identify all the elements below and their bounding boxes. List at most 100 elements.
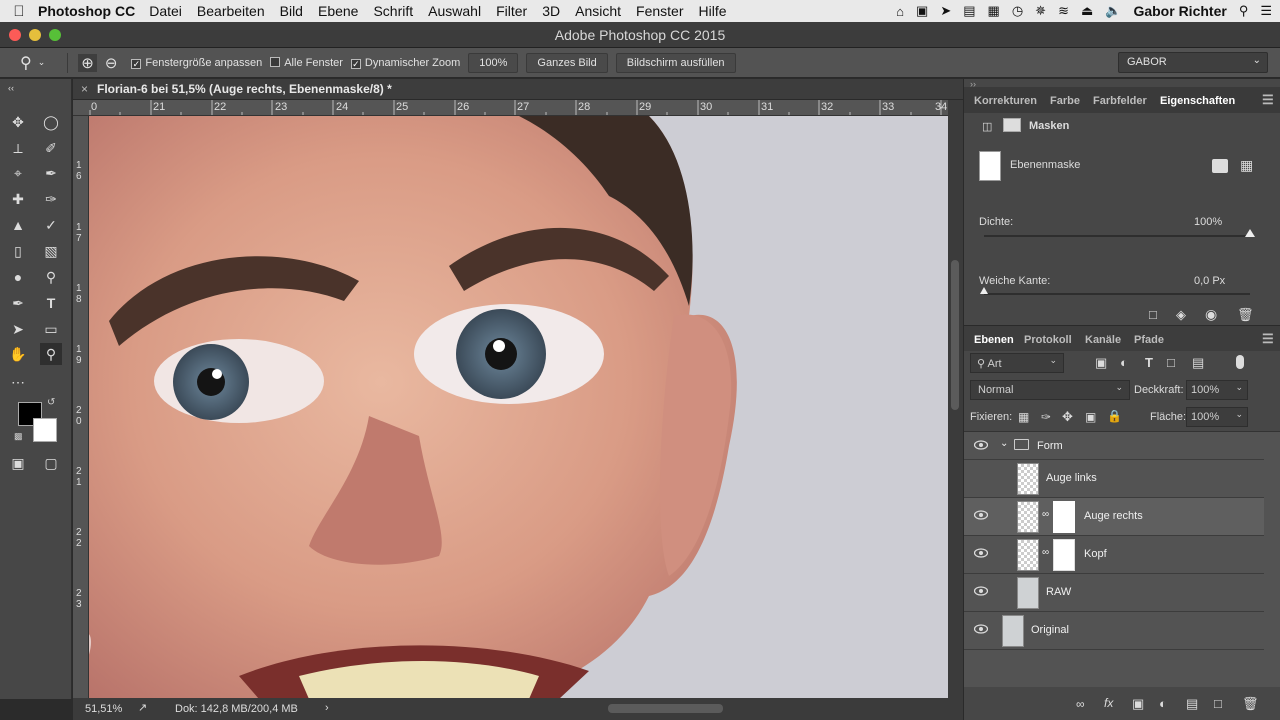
mask-link-icon[interactable]: ∞	[1042, 509, 1049, 520]
zoom-out-icon[interactable]: ⊖	[105, 54, 118, 72]
background-color-swatch[interactable]	[33, 418, 57, 442]
type-tool-icon[interactable]: T	[40, 292, 62, 314]
crop-tool-icon[interactable]: ⌖	[7, 162, 29, 184]
menu-filter[interactable]: Filter	[496, 3, 527, 19]
visibility-eye-icon[interactable]	[974, 624, 988, 634]
layer-filter-select[interactable]: ⚲ Art ⌄	[970, 353, 1064, 373]
tab-korrekturen[interactable]: Korrekturen	[974, 95, 1037, 107]
swap-colors-icon[interactable]: ↺	[47, 397, 55, 408]
zoom-tool-icon[interactable]: ⚲	[40, 343, 62, 365]
history-brush-tool-icon[interactable]: ✓	[40, 214, 62, 236]
document-canvas[interactable]	[89, 116, 948, 699]
healing-brush-tool-icon[interactable]: ✚	[7, 188, 29, 210]
tab-pfade[interactable]: Pfade	[1134, 334, 1164, 346]
all-windows-option[interactable]: Alle Fenster	[270, 56, 343, 69]
lock-transparent-pixels-icon[interactable]: ▦	[1018, 410, 1029, 424]
filter-adjustment-icon[interactable]: ◐	[1120, 355, 1128, 370]
home-icon[interactable]: ⌂	[896, 4, 904, 19]
select-and-mask-icon[interactable]: □	[1149, 307, 1157, 322]
move-tool-icon[interactable]: ✥	[7, 111, 29, 133]
mask-link-icon[interactable]: ∞	[1042, 547, 1049, 558]
opacity-field[interactable]: 100% ⌄	[1186, 380, 1248, 400]
new-group-icon[interactable]: ▤	[1186, 696, 1198, 712]
apple-menu-icon[interactable]: 	[0, 3, 38, 20]
zoom-window-button[interactable]	[49, 29, 61, 41]
layer-row[interactable]: Original	[964, 612, 1264, 650]
status-menu-arrow-icon[interactable]: ›	[325, 699, 329, 717]
layer-mask-thumbnail[interactable]	[1053, 501, 1075, 533]
rectangle-tool-icon[interactable]: ▭	[40, 318, 62, 340]
group-expand-chevron-icon[interactable]: ⌄	[1000, 438, 1008, 449]
apply-mask-icon[interactable]: ◈	[1176, 307, 1186, 323]
visibility-eye-icon[interactable]	[974, 440, 988, 450]
layer-row[interactable]: Auge links	[964, 460, 1264, 498]
blend-mode-select[interactable]: Normal ⌄	[970, 380, 1130, 400]
filter-toggle-icon[interactable]	[1236, 355, 1244, 369]
scrollbar-thumb[interactable]	[951, 260, 959, 410]
layer-style-fx-icon[interactable]: fx	[1104, 696, 1113, 710]
filter-shape-icon[interactable]: □	[1167, 355, 1175, 370]
wifi-icon[interactable]: ≋	[1058, 3, 1069, 19]
visibility-eye-icon[interactable]	[974, 586, 988, 596]
marquee-tool-icon[interactable]: ◯	[40, 111, 62, 133]
layer-name[interactable]: Kopf	[1084, 548, 1107, 560]
vector-mask-icon[interactable]	[1003, 118, 1021, 132]
bluetooth-icon[interactable]: ✵	[1035, 3, 1046, 19]
density-slider-thumb[interactable]	[1245, 229, 1255, 237]
blur-tool-icon[interactable]: ●	[7, 266, 29, 288]
new-layer-icon[interactable]: □	[1214, 696, 1222, 711]
layer-mask-thumbnail[interactable]	[1053, 539, 1075, 571]
checkbox-icon[interactable]	[270, 56, 281, 67]
menu-bild[interactable]: Bild	[280, 3, 303, 19]
layer-name[interactable]: Form	[1037, 440, 1063, 452]
layer-row[interactable]: ⌄ Form	[964, 432, 1264, 460]
horizontal-scrollbar-thumb[interactable]	[608, 704, 723, 713]
app-grid-icon[interactable]: ▦	[988, 3, 1000, 19]
gradient-tool-icon[interactable]: ▧	[40, 240, 62, 262]
link-layers-icon[interactable]: ∞	[1076, 697, 1085, 711]
menu-fenster[interactable]: Fenster	[636, 3, 683, 19]
user-name[interactable]: Gabor Richter	[1133, 3, 1226, 19]
chevron-down-icon[interactable]: ⌄	[38, 57, 46, 68]
volume-icon[interactable]: 🔈	[1105, 3, 1121, 19]
clone-stamp-tool-icon[interactable]: ▲	[7, 214, 29, 236]
layers-panel-menu-icon[interactable]: ☰	[1262, 331, 1274, 347]
vertical-scrollbar[interactable]	[948, 100, 963, 698]
menu-bearbeiten[interactable]: Bearbeiten	[197, 3, 265, 19]
tab-ebenen[interactable]: Ebenen	[974, 334, 1014, 346]
visibility-hidden-slot[interactable]	[974, 472, 988, 482]
filter-type-icon[interactable]: T	[1145, 355, 1153, 370]
close-document-icon[interactable]: ×	[81, 79, 88, 100]
panel-menu-icon[interactable]: ☰	[1262, 92, 1274, 108]
layer-row[interactable]: ∞ Kopf	[964, 536, 1264, 574]
zoom-in-icon[interactable]: ⊕	[78, 53, 97, 72]
menu-3d[interactable]: 3D	[542, 3, 560, 19]
density-value[interactable]: 100%	[1194, 216, 1222, 228]
menu-schrift[interactable]: Schrift	[373, 3, 413, 19]
tab-kanaele[interactable]: Kanäle	[1085, 334, 1121, 346]
visibility-eye-icon[interactable]	[974, 548, 988, 558]
layer-row[interactable]: RAW	[964, 574, 1264, 612]
more-tools-icon[interactable]: ⋯	[7, 371, 29, 393]
quick-selection-tool-icon[interactable]: ✐	[40, 137, 62, 159]
filter-smart-object-icon[interactable]: ▤	[1192, 355, 1204, 371]
workspace-switcher[interactable]: GABOR ⌄	[1118, 52, 1268, 73]
default-colors-icon[interactable]: ▩	[14, 431, 23, 442]
collapse-arrows-icon[interactable]: ‹‹	[8, 83, 14, 105]
quick-mask-icon[interactable]: ▣	[7, 452, 29, 474]
delete-mask-icon[interactable]: 🗑	[1237, 307, 1254, 323]
menu-auswahl[interactable]: Auswahl	[428, 3, 481, 19]
share-icon[interactable]: ↗	[138, 699, 147, 717]
time-machine-icon[interactable]: ◷	[1012, 3, 1023, 19]
density-slider[interactable]	[984, 229, 1255, 237]
path-selection-tool-icon[interactable]: ➤	[7, 318, 29, 340]
tab-farbfelder[interactable]: Farbfelder	[1093, 95, 1147, 107]
lock-artboard-icon[interactable]: ▣	[1085, 410, 1096, 424]
display-icon[interactable]: ▤	[963, 3, 975, 19]
lasso-tool-icon[interactable]: ⟂	[7, 137, 29, 159]
forward-icon[interactable]: ➤	[940, 3, 951, 19]
resize-windows-option[interactable]: ✓ Fenstergröße anpassen	[131, 57, 262, 69]
screen-mode-icon[interactable]: ▢	[40, 452, 62, 474]
tab-farbe[interactable]: Farbe	[1050, 95, 1080, 107]
fill-screen-button[interactable]: Bildschirm ausfüllen	[615, 52, 736, 73]
